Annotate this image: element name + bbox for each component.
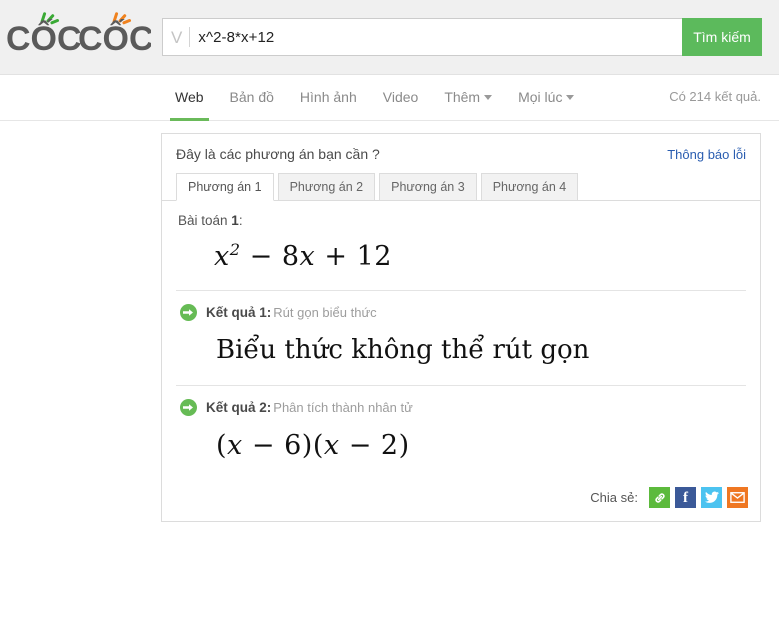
tab-moi-luc-label: Mọi lúc [518, 89, 563, 105]
factor-op-1: − [251, 430, 275, 461]
envelope-icon [730, 492, 745, 503]
problem-op2: + [324, 241, 348, 272]
problem-label-number: 1 [231, 213, 239, 228]
card-header: Đây là các phương án bạn cần ? Thông báo… [162, 134, 760, 162]
search-button[interactable]: Tìm kiếm [682, 18, 762, 56]
problem-var: x [214, 241, 230, 272]
share-row: Chia sẻ: f [162, 481, 760, 521]
problem-constant: 12 [356, 241, 392, 272]
share-facebook-icon[interactable]: f [675, 487, 696, 508]
factor-open-1: ( [216, 430, 228, 461]
share-link-icon[interactable] [649, 487, 670, 508]
factor-op-2: − [348, 430, 372, 461]
coccoc-logo[interactable]: CỐC CỐC [6, 8, 151, 58]
factor-num-2: 2 [380, 430, 399, 461]
search-divider [189, 27, 191, 47]
coccoc-logo-svg: CỐC CỐC [6, 12, 151, 56]
svg-text:CỐC: CỐC [78, 19, 151, 56]
result-2-title-number: 2 [259, 400, 267, 415]
search-nav-bar: Web Bản đồ Hình ảnh Video Thêm Mọi lúc C… [0, 75, 779, 121]
factor-open-2: ( [312, 430, 324, 461]
tab-hinh-anh[interactable]: Hình ảnh [287, 75, 370, 121]
result-2-value: (x − 6)(x − 2) [176, 416, 746, 481]
tab-video-label: Video [382, 89, 419, 105]
option-tab-2[interactable]: Phương án 2 [277, 173, 376, 201]
result-1-value: Biểu thức không thể rút gọn [216, 335, 590, 365]
tab-moi-luc[interactable]: Mọi lúc [505, 75, 587, 121]
arrow-right-circle-icon [180, 399, 197, 416]
arrow-right-icon [183, 309, 193, 316]
factor-close-2: ) [398, 430, 410, 461]
vietnamese-mode-icon[interactable]: V [171, 29, 189, 46]
option-tab-3[interactable]: Phương án 3 [379, 173, 477, 201]
result-1-title: Kết quả 1: [206, 305, 271, 320]
page-header: CỐC CỐC V x^2-8*x+12 Tìm kiếm [0, 0, 779, 75]
search-input[interactable]: V x^2-8*x+12 [162, 18, 682, 56]
factor-var-1: x [227, 430, 243, 461]
card-body: Bài toán 1: x2 − 8x + 12 Kết quả 1: Rút … [162, 201, 760, 481]
card-question: Đây là các phương án bạn cần ? [176, 146, 380, 162]
result-block-1: Kết quả 1: Rút gọn biểu thức Biểu thức k… [176, 291, 746, 385]
twitter-bird-icon [704, 491, 719, 503]
result-1-subtitle: Rút gọn biểu thức [273, 305, 377, 320]
result-1-header: Kết quả 1: Rút gọn biểu thức [176, 304, 746, 321]
problem-coef: 8 [281, 241, 300, 272]
result-count: Có 214 kết quả. [669, 89, 761, 104]
arrow-right-icon [183, 404, 193, 411]
tab-web[interactable]: Web [162, 75, 217, 121]
arrow-right-circle-icon [180, 304, 197, 321]
option-tab-4[interactable]: Phương án 4 [480, 173, 579, 201]
problem-label: Bài toán 1: [176, 201, 746, 228]
tab-ban-do[interactable]: Bản đồ [217, 75, 287, 121]
chain-link-icon [654, 492, 665, 503]
result-2-header: Kết quả 2: Phân tích thành nhân tử [176, 399, 746, 416]
share-label: Chia sẻ: [590, 490, 638, 505]
problem-expression: x2 − 8x + 12 [176, 228, 746, 290]
search-area: V x^2-8*x+12 Tìm kiếm [162, 18, 762, 56]
result-1-title-prefix: Kết quả [206, 305, 260, 320]
search-input-value: x^2-8*x+12 [198, 28, 275, 46]
factor-close-1: ) [301, 430, 313, 461]
share-twitter-icon[interactable] [701, 487, 722, 508]
facebook-f-glyph: f [683, 489, 688, 506]
problem-exponent: 2 [229, 240, 241, 259]
report-error-link[interactable]: Thông báo lỗi [667, 147, 746, 162]
tab-them[interactable]: Thêm [431, 75, 505, 121]
tab-them-label: Thêm [444, 89, 481, 105]
result-2-subtitle: Phân tích thành nhân tử [273, 400, 413, 415]
tab-hinh-anh-label: Hình ảnh [299, 89, 357, 105]
chevron-down-icon [484, 95, 493, 100]
result-block-2: Kết quả 2: Phân tích thành nhân tử (x − … [176, 386, 746, 481]
chevron-down-icon [566, 95, 575, 100]
option-tabs: Phương án 1 Phương án 2 Phương án 3 Phươ… [162, 162, 760, 201]
nav-tabs: Web Bản đồ Hình ảnh Video Thêm Mọi lúc [162, 75, 587, 121]
option-tab-1[interactable]: Phương án 1 [176, 173, 274, 201]
result-2-title-prefix: Kết quả [206, 400, 260, 415]
share-email-icon[interactable] [727, 487, 748, 508]
result-2-title-suffix: : [266, 400, 272, 415]
tab-video[interactable]: Video [370, 75, 432, 121]
tab-web-label: Web [175, 89, 204, 105]
svg-text:CỐC: CỐC [6, 19, 82, 56]
factor-var-2: x [323, 430, 340, 461]
result-2-title: Kết quả 2: [206, 400, 271, 415]
problem-op1: − [249, 241, 273, 272]
tab-ban-do-label: Bản đồ [229, 89, 274, 105]
math-answer-card: Đây là các phương án bạn cần ? Thông báo… [161, 133, 761, 522]
problem-label-prefix: Bài toán [178, 213, 232, 228]
result-1-title-suffix: : [266, 305, 272, 320]
factor-num-1: 6 [284, 430, 302, 461]
problem-label-suffix: : [238, 213, 243, 228]
result-1-title-number: 1 [259, 305, 267, 320]
problem-var2: x [299, 241, 316, 272]
